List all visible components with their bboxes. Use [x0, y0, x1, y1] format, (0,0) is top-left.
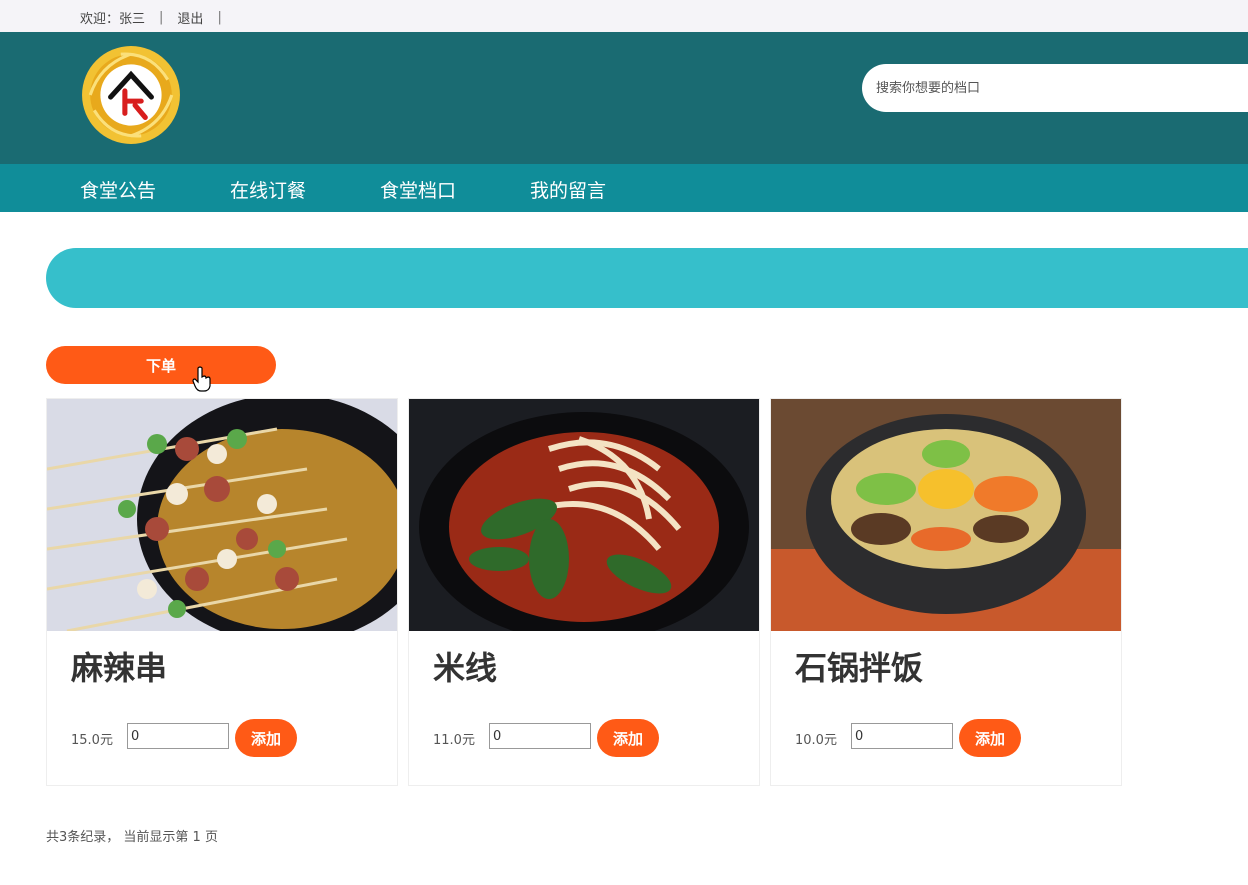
stall-search-input[interactable]	[862, 64, 1248, 112]
dish-name: 米线	[433, 649, 498, 687]
place-order-button[interactable]: 下单	[46, 346, 276, 384]
dish-card-rice-noodles: 米线 11.0元 添加	[408, 398, 760, 786]
nav-item-announcements[interactable]: 食堂公告	[80, 176, 156, 203]
add-to-order-button[interactable]: 添加	[235, 719, 297, 757]
site-header	[0, 32, 1248, 164]
add-to-order-button[interactable]: 添加	[597, 719, 659, 757]
dish-price: 15.0元	[71, 733, 113, 748]
quantity-input[interactable]	[851, 723, 953, 749]
separator: |	[217, 10, 222, 25]
quantity-input[interactable]	[127, 723, 229, 749]
pagination-summary: 共3条纪录， 当前显示第 1 页	[46, 830, 218, 845]
nav-item-online-ordering[interactable]: 在线订餐	[230, 176, 306, 203]
nav-item-canteen-stalls[interactable]: 食堂档口	[380, 176, 456, 203]
dish-photo-rice-noodles	[409, 399, 759, 631]
nav-item-my-messages[interactable]: 我的留言	[530, 176, 606, 203]
dish-card-spicy-skewers: 麻辣串 15.0元 添加	[46, 398, 398, 786]
dish-name: 麻辣串	[71, 649, 168, 687]
hand-cursor-icon	[192, 366, 211, 392]
add-to-order-button[interactable]: 添加	[959, 719, 1021, 757]
separator: |	[159, 10, 164, 25]
canteen-logo-icon[interactable]	[80, 44, 182, 146]
dish-photo-stone-pot-bibimbap	[771, 399, 1121, 631]
user-info: 欢迎： 张三 | 退出 |	[80, 8, 236, 27]
dish-price: 10.0元	[795, 733, 837, 748]
dish-card-stone-pot-bibimbap: 石锅拌饭 10.0元 添加	[770, 398, 1122, 786]
main-nav: 食堂公告 在线订餐 食堂档口 我的留言	[0, 164, 1248, 212]
top-bar: 欢迎： 张三 | 退出 |	[0, 0, 1248, 32]
quantity-input[interactable]	[489, 723, 591, 749]
welcome-label: 欢迎：	[80, 12, 120, 27]
dish-price: 11.0元	[433, 733, 475, 748]
section-banner	[46, 248, 1248, 308]
dish-photo-spicy-skewers	[47, 399, 397, 631]
dish-name: 石锅拌饭	[795, 649, 924, 687]
logout-link[interactable]: 退出	[177, 8, 203, 27]
username: 张三	[119, 12, 146, 27]
